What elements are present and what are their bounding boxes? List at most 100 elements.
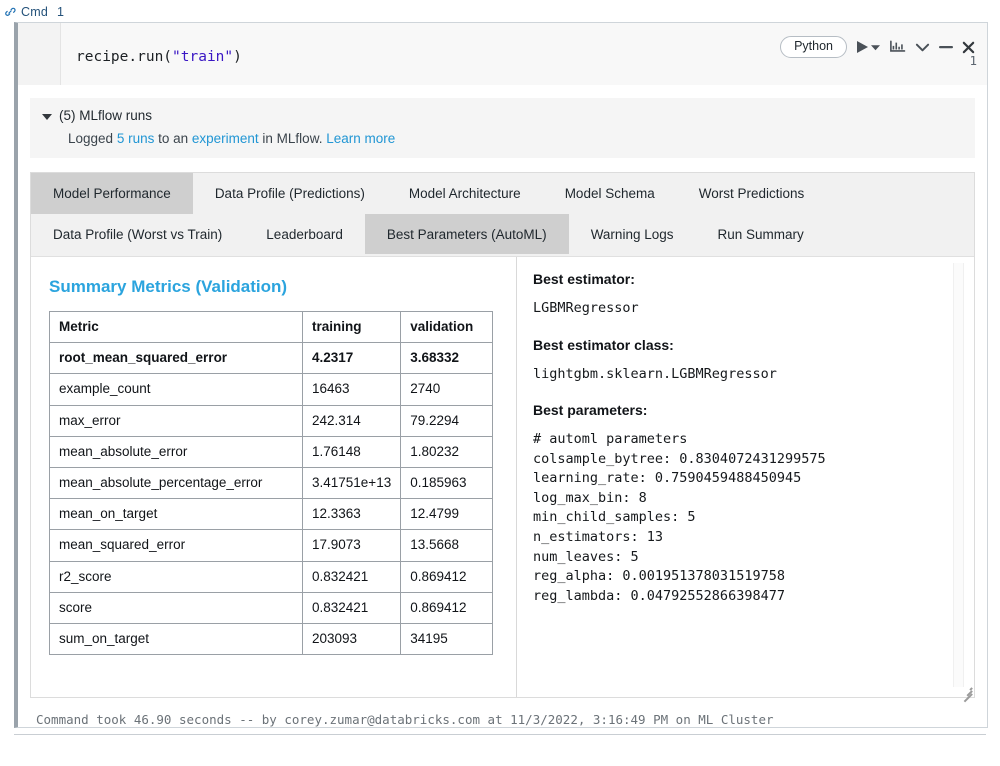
page-divider [14, 734, 986, 735]
cell-metric: root_mean_squared_error [50, 343, 303, 374]
run-cell-button[interactable] [856, 37, 880, 57]
best-parameters-heading: Best parameters: [533, 402, 974, 418]
cell-training: 4.2317 [303, 343, 401, 374]
best-estimator-value: LGBMRegressor [533, 299, 974, 319]
cmd-label-text: Cmd [21, 5, 48, 19]
table-row: mean_squared_error 17.9073 13.5668 [50, 530, 493, 561]
table-row: mean_absolute_percentage_error 3.41751e+… [50, 467, 493, 498]
cell-validation: 0.869412 [401, 592, 493, 623]
cmd-number: 1 [57, 5, 64, 19]
cell-validation: 79.2294 [401, 405, 493, 436]
table-row: mean_absolute_error 1.76148 1.80232 [50, 436, 493, 467]
language-badge[interactable]: Python [780, 36, 847, 58]
cell-training: 1.76148 [303, 436, 401, 467]
link-icon[interactable] [4, 6, 16, 18]
cell-validation: 34195 [401, 623, 493, 654]
cell-validation: 12.4799 [401, 499, 493, 530]
tab-best-parameters-automl[interactable]: Best Parameters (AutoML) [365, 214, 569, 255]
cell-training: 0.832421 [303, 592, 401, 623]
command-status-bar: Command took 46.90 seconds -- by corey.z… [18, 698, 987, 727]
mlflow-text-mid: to an [154, 131, 192, 146]
table-row: example_count 16463 2740 [50, 374, 493, 405]
cell-training: 12.3363 [303, 499, 401, 530]
column-header-metric: Metric [50, 312, 303, 343]
cell-training: 17.9073 [303, 530, 401, 561]
tab-panel-content: Summary Metrics (Validation) Metric trai… [31, 256, 974, 697]
table-row: max_error 242.314 79.2294 [50, 405, 493, 436]
tab-worst-predictions[interactable]: Worst Predictions [677, 173, 827, 214]
vertical-scrollbar[interactable] [953, 263, 964, 687]
cell-training: 16463 [303, 374, 401, 405]
resize-handle[interactable] [960, 683, 973, 696]
best-estimator-heading: Best estimator: [533, 271, 974, 287]
cell-validation: 0.185963 [401, 467, 493, 498]
cell-training: 242.314 [303, 405, 401, 436]
column-header-validation: validation [401, 312, 493, 343]
tab-model-performance[interactable]: Model Performance [31, 173, 193, 214]
summary-metrics-table: Metric training validation root_mean_squ… [49, 311, 493, 655]
notebook-cell: 1 recipe.run("train") Python [14, 22, 988, 728]
code-token-call: recipe.run( [76, 49, 172, 65]
mlflow-text-tail: in MLflow. [259, 131, 327, 146]
table-row: sum_on_target 203093 34195 [50, 623, 493, 654]
code-editor[interactable]: 1 recipe.run("train") Python [18, 23, 987, 86]
table-row: root_mean_squared_error 4.2317 3.68332 [50, 343, 493, 374]
cell-validation: 2740 [401, 374, 493, 405]
collapse-cell-button[interactable] [915, 37, 930, 57]
tab-bar: Model Performance Data Profile (Predicti… [31, 173, 974, 256]
cell-validation: 3.68332 [401, 343, 493, 374]
code-token-string: "train" [172, 49, 233, 65]
close-icon[interactable] [962, 37, 975, 57]
cell-training: 203093 [303, 623, 401, 654]
experiment-link[interactable]: experiment [192, 131, 259, 146]
cell-metric: score [50, 592, 303, 623]
tab-warning-logs[interactable]: Warning Logs [569, 214, 696, 255]
mlflow-runs-header[interactable]: (5) MLflow runs [42, 108, 963, 123]
cell-training: 0.832421 [303, 561, 401, 592]
tab-data-profile-predictions[interactable]: Data Profile (Predictions) [193, 173, 387, 214]
cell-validation: 1.80232 [401, 436, 493, 467]
cell-validation: 13.5668 [401, 530, 493, 561]
best-parameters-value: # automl parameters colsample_bytree: 0.… [533, 430, 974, 606]
runs-link[interactable]: 5 runs [117, 131, 155, 146]
best-estimator-class-value: lightgbm.sklearn.LGBMRegressor [533, 365, 974, 385]
summary-metrics-title: Summary Metrics (Validation) [49, 277, 516, 297]
column-header-training: training [303, 312, 401, 343]
cell-metric: max_error [50, 405, 303, 436]
code-line[interactable]: recipe.run("train") [76, 49, 242, 65]
summary-metrics-pane: Summary Metrics (Validation) Metric trai… [31, 257, 517, 697]
tab-data-profile-worst-vs-train[interactable]: Data Profile (Worst vs Train) [31, 214, 244, 255]
tab-model-architecture[interactable]: Model Architecture [387, 173, 543, 214]
mlflow-runs-title: (5) MLflow runs [59, 108, 152, 123]
cell-metric: example_count [50, 374, 303, 405]
tab-leaderboard[interactable]: Leaderboard [244, 214, 365, 255]
tab-run-summary[interactable]: Run Summary [695, 214, 825, 255]
cell-metric: r2_score [50, 561, 303, 592]
cell-training: 3.41751e+13 [303, 467, 401, 498]
cell-metric: mean_on_target [50, 499, 303, 530]
bar-chart-icon[interactable] [889, 37, 906, 57]
mlflow-runs-banner: (5) MLflow runs Logged 5 runs to an expe… [30, 98, 975, 158]
code-token-close: ) [233, 49, 242, 65]
minimize-cell-button[interactable] [939, 37, 953, 57]
output-panel: Model Performance Data Profile (Predicti… [30, 172, 975, 698]
cell-metric: mean_squared_error [50, 530, 303, 561]
cell-validation: 0.869412 [401, 561, 493, 592]
learn-more-link[interactable]: Learn more [326, 131, 395, 146]
tab-row-1: Model Performance Data Profile (Predicti… [31, 173, 974, 214]
cell-metric: sum_on_target [50, 623, 303, 654]
table-header-row: Metric training validation [50, 312, 493, 343]
mlflow-text-prefix: Logged [68, 131, 117, 146]
cell-toolbar: Python [780, 35, 975, 59]
cell-metric: mean_absolute_error [50, 436, 303, 467]
table-row: r2_score 0.832421 0.869412 [50, 561, 493, 592]
mlflow-runs-description: Logged 5 runs to an experiment in MLflow… [68, 131, 963, 146]
tab-model-schema[interactable]: Model Schema [543, 173, 677, 214]
cmd-label: Cmd 1 [0, 0, 1000, 22]
cell-metric: mean_absolute_percentage_error [50, 467, 303, 498]
caret-down-icon[interactable] [42, 114, 52, 120]
chevron-down-icon [871, 43, 880, 52]
table-row: mean_on_target 12.3363 12.4799 [50, 499, 493, 530]
best-parameters-pane: Best estimator: LGBMRegressor Best estim… [517, 257, 974, 697]
table-row: score 0.832421 0.869412 [50, 592, 493, 623]
